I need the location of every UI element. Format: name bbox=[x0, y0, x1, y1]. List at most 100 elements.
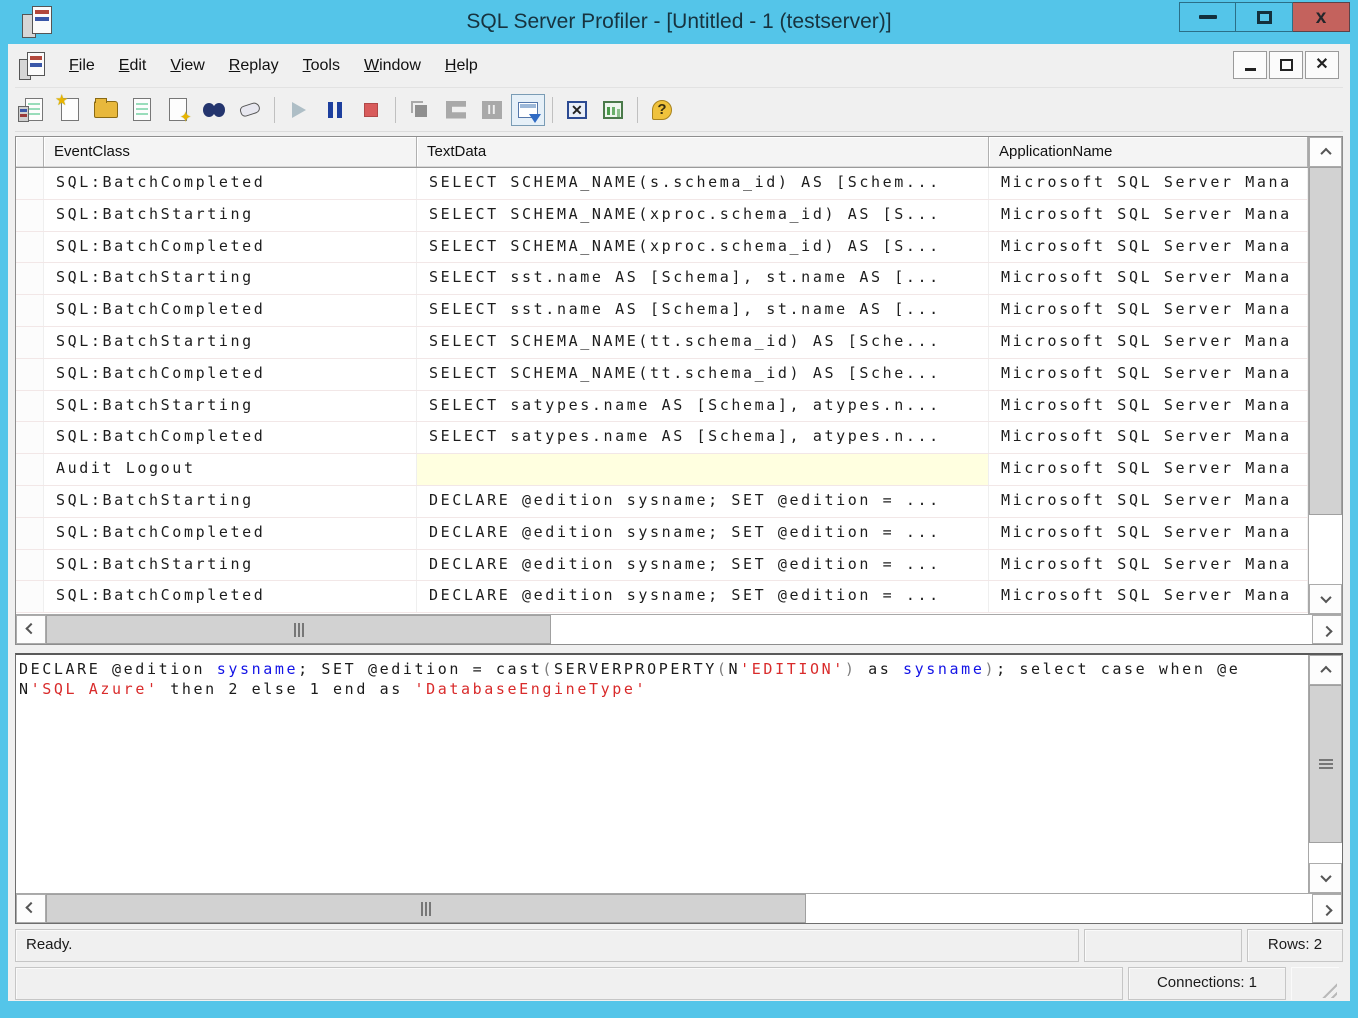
column-filters-icon bbox=[567, 101, 587, 119]
sql-horizontal-scrollbar[interactable] bbox=[16, 893, 1342, 923]
grip-icon bbox=[294, 623, 304, 637]
table-row[interactable]: SQL:BatchStarting SELECT SCHEMA_NAME(xpr… bbox=[16, 200, 1308, 232]
mdi-restore-button[interactable] bbox=[1269, 51, 1303, 79]
menu-window[interactable]: Window bbox=[352, 53, 433, 79]
close-button[interactable]: x bbox=[1293, 2, 1350, 32]
mdi-document-icon[interactable] bbox=[19, 52, 45, 80]
connections-count: Connections: 1 bbox=[1128, 967, 1286, 1000]
cell-textdata: SELECT sst.name AS [Schema], st.name AS … bbox=[417, 295, 989, 326]
new-template-button[interactable]: ★ bbox=[53, 94, 87, 126]
table-row[interactable]: SQL:BatchStarting SELECT sst.name AS [Sc… bbox=[16, 263, 1308, 295]
row-selector-header bbox=[16, 137, 44, 167]
table-row[interactable]: SQL:BatchStarting SELECT satypes.name AS… bbox=[16, 391, 1308, 423]
column-header-applicationname[interactable]: ApplicationName bbox=[989, 137, 1308, 167]
rows-count: Rows: 2 bbox=[1247, 929, 1343, 962]
grid-vertical-scrollbar[interactable] bbox=[1308, 137, 1342, 614]
help-button[interactable]: ? bbox=[645, 94, 679, 126]
column-header-textdata[interactable]: TextData bbox=[417, 137, 989, 167]
scroll-up-button[interactable] bbox=[1309, 655, 1342, 685]
new-trace-button[interactable] bbox=[17, 94, 51, 126]
cell-textdata: SELECT SCHEMA_NAME(tt.schema_id) AS [Sch… bbox=[417, 359, 989, 390]
cell-eventclass: SQL:BatchCompleted bbox=[44, 422, 417, 453]
stop-trace-button[interactable] bbox=[354, 94, 388, 126]
table-row[interactable]: SQL:BatchCompleted SELECT sst.name AS [S… bbox=[16, 295, 1308, 327]
toggle-grouped-view-button[interactable] bbox=[403, 94, 437, 126]
aggregated-view-icon bbox=[446, 101, 466, 119]
chevron-right-icon bbox=[1321, 625, 1332, 636]
sql-text[interactable]: DECLARE @edition sysname; SET @edition =… bbox=[16, 655, 1308, 893]
row-selector[interactable] bbox=[16, 422, 44, 453]
grip-icon bbox=[1319, 759, 1333, 769]
row-selector[interactable] bbox=[16, 168, 44, 199]
sql-vertical-scrollbar[interactable] bbox=[1308, 655, 1342, 893]
pause-trace-button[interactable] bbox=[318, 94, 352, 126]
minimize-button[interactable] bbox=[1179, 2, 1236, 32]
table-row[interactable]: SQL:BatchCompleted SELECT SCHEMA_NAME(s.… bbox=[16, 168, 1308, 200]
row-selector[interactable] bbox=[16, 327, 44, 358]
row-selector[interactable] bbox=[16, 518, 44, 549]
menu-help[interactable]: Help bbox=[433, 53, 490, 79]
grid-header: EventClass TextData ApplicationName bbox=[16, 137, 1308, 168]
table-row[interactable]: SQL:BatchCompleted DECLARE @edition sysn… bbox=[16, 581, 1308, 613]
column-filters-button[interactable] bbox=[560, 94, 594, 126]
column-header-eventclass[interactable]: EventClass bbox=[44, 137, 417, 167]
toggle-aggregated-view-button[interactable] bbox=[439, 94, 473, 126]
row-selector[interactable] bbox=[16, 200, 44, 231]
auto-scroll-button[interactable] bbox=[511, 94, 545, 126]
cell-applicationname: Microsoft SQL Server Mana bbox=[989, 391, 1308, 422]
scroll-up-button[interactable] bbox=[1309, 137, 1342, 167]
mdi-minimize-button[interactable] bbox=[1233, 51, 1267, 79]
table-row[interactable]: SQL:BatchCompleted SELECT SCHEMA_NAME(tt… bbox=[16, 359, 1308, 391]
resize-grip[interactable] bbox=[1291, 967, 1339, 1000]
maximize-button[interactable] bbox=[1236, 2, 1293, 32]
row-selector[interactable] bbox=[16, 550, 44, 581]
open-trace-button[interactable] bbox=[89, 94, 123, 126]
save-trace-button[interactable] bbox=[125, 94, 159, 126]
scrollbar-thumb[interactable] bbox=[46, 615, 551, 644]
table-row[interactable]: Audit Logout Microsoft SQL Server Mana bbox=[16, 454, 1308, 486]
scrollbar-thumb[interactable] bbox=[1309, 167, 1342, 515]
row-selector[interactable] bbox=[16, 486, 44, 517]
row-selector[interactable] bbox=[16, 454, 44, 485]
scrollbar-thumb[interactable] bbox=[1309, 685, 1342, 843]
menu-edit[interactable]: Edit bbox=[107, 53, 159, 79]
menu-tools[interactable]: Tools bbox=[291, 53, 352, 79]
cell-eventclass: SQL:BatchCompleted bbox=[44, 518, 417, 549]
mdi-close-button[interactable]: ✕ bbox=[1305, 51, 1339, 79]
app-client-area: FileEditViewReplayToolsWindowHelp ✕ ★ ✦ … bbox=[8, 44, 1350, 1001]
grid-horizontal-scrollbar[interactable] bbox=[16, 614, 1342, 644]
organize-columns-button[interactable] bbox=[596, 94, 630, 126]
menu-view[interactable]: View bbox=[158, 53, 216, 79]
row-selector[interactable] bbox=[16, 391, 44, 422]
menu-replay[interactable]: Replay bbox=[217, 53, 291, 79]
title-bar[interactable]: SQL Server Profiler - [Untitled - 1 (tes… bbox=[8, 0, 1350, 44]
toggle-column-grouping-button[interactable]: II bbox=[475, 94, 509, 126]
table-row[interactable]: SQL:BatchCompleted DECLARE @edition sysn… bbox=[16, 518, 1308, 550]
scroll-left-button[interactable] bbox=[16, 894, 46, 923]
properties-button[interactable]: ✦ bbox=[161, 94, 195, 126]
scroll-right-button[interactable] bbox=[1312, 894, 1342, 923]
cell-applicationname: Microsoft SQL Server Mana bbox=[989, 518, 1308, 549]
table-row[interactable]: SQL:BatchStarting SELECT SCHEMA_NAME(tt.… bbox=[16, 327, 1308, 359]
row-selector[interactable] bbox=[16, 581, 44, 612]
scroll-right-button[interactable] bbox=[1312, 615, 1342, 644]
table-row[interactable]: SQL:BatchCompleted SELECT SCHEMA_NAME(xp… bbox=[16, 232, 1308, 264]
row-selector[interactable] bbox=[16, 232, 44, 263]
find-button[interactable] bbox=[197, 94, 231, 126]
clear-trace-button[interactable] bbox=[233, 94, 267, 126]
cell-eventclass: SQL:BatchStarting bbox=[44, 550, 417, 581]
document-icon bbox=[27, 52, 45, 77]
scroll-down-button[interactable] bbox=[1309, 863, 1342, 893]
table-row[interactable]: SQL:BatchStarting DECLARE @edition sysna… bbox=[16, 550, 1308, 582]
row-selector[interactable] bbox=[16, 295, 44, 326]
table-row[interactable]: SQL:BatchStarting DECLARE @edition sysna… bbox=[16, 486, 1308, 518]
scroll-down-button[interactable] bbox=[1309, 584, 1342, 614]
row-selector[interactable] bbox=[16, 359, 44, 390]
scrollbar-thumb[interactable] bbox=[46, 894, 806, 923]
row-selector[interactable] bbox=[16, 263, 44, 294]
table-row[interactable]: SQL:BatchCompleted SELECT satypes.name A… bbox=[16, 422, 1308, 454]
scroll-left-button[interactable] bbox=[16, 615, 46, 644]
start-trace-button[interactable] bbox=[282, 94, 316, 126]
menu-file[interactable]: File bbox=[57, 53, 107, 79]
chevron-down-icon bbox=[1320, 871, 1331, 882]
